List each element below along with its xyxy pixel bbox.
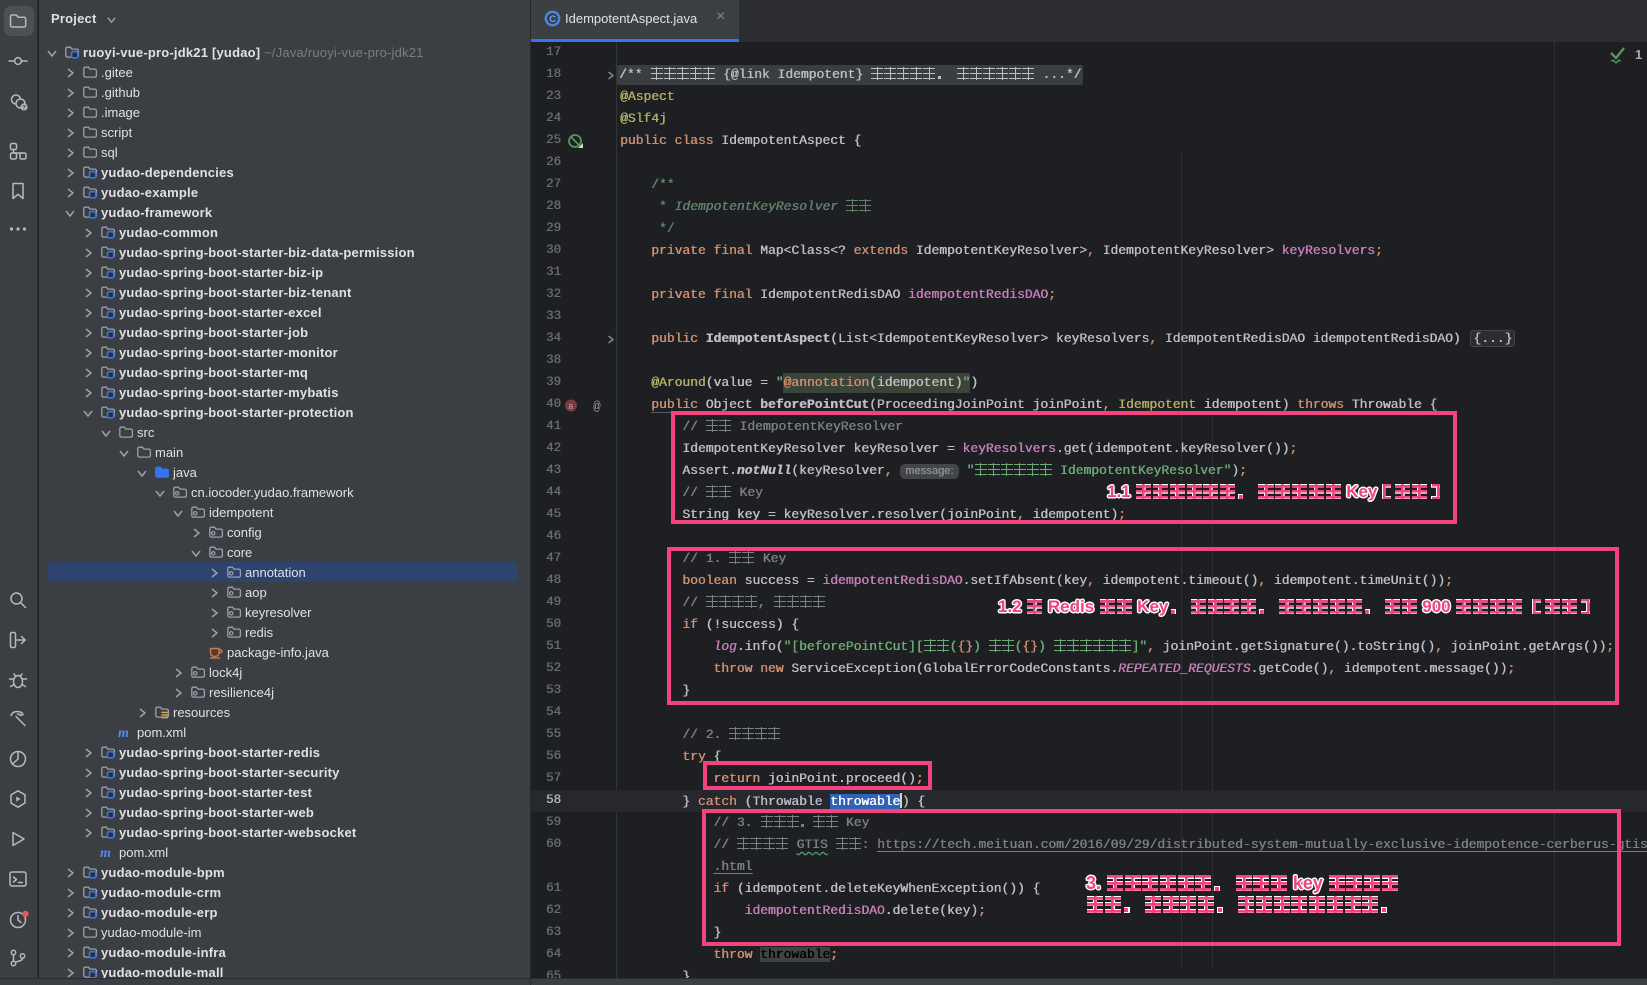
svg-text:@: @: [593, 400, 601, 413]
svg-text:C: C: [549, 14, 556, 25]
svg-text:a: a: [568, 402, 574, 412]
svg-text:?: ?: [22, 105, 26, 112]
